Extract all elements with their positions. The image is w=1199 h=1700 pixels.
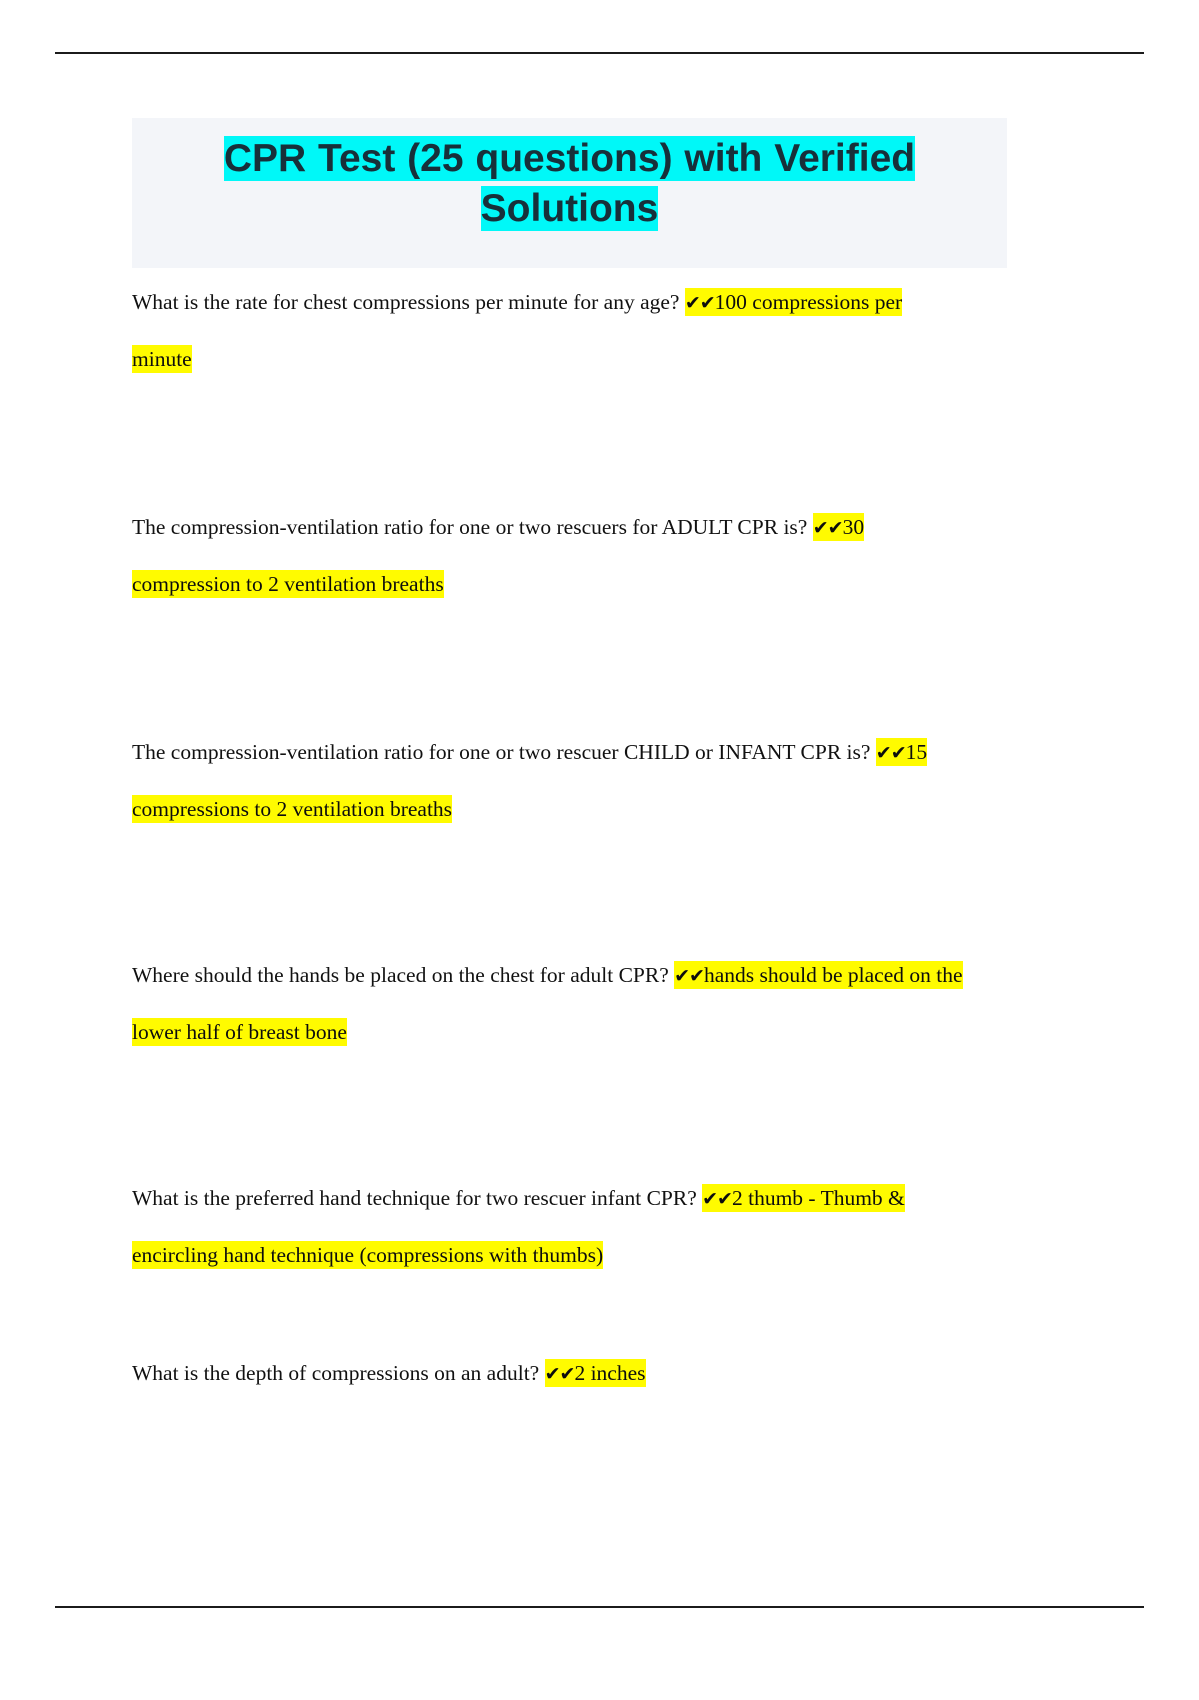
answer-line-2: compression to 2 ventilation breaths — [132, 571, 444, 596]
answer-text: ✔✔2 thumb - Thumb & — [702, 1183, 905, 1212]
question-text: What is the rate for chest compressions … — [132, 289, 680, 314]
answer-line-2-wrap: compression to 2 ventilation breaths — [132, 569, 444, 598]
document-page: CPR Test (25 questions) with Verified Sol… — [0, 0, 1199, 1700]
answer-line-1: 2 inches — [574, 1360, 646, 1385]
answer-line-1: 30 — [842, 514, 865, 539]
answer-line-2: compressions to 2 ventilation breaths — [132, 796, 453, 821]
answer-line-2-wrap: compressions to 2 ventilation breaths — [132, 794, 453, 823]
answer-text: ✔✔2 inches — [544, 1358, 646, 1387]
qa-item: What is the rate for chest compressions … — [132, 274, 1007, 387]
title-line-1: CPR Test (25 questions) with Verified — [223, 136, 916, 181]
answer-line-2: encircling hand technique (compressions … — [132, 1242, 604, 1267]
check-marks-icon: ✔✔ — [812, 516, 844, 539]
page-bottom-rule — [55, 1606, 1144, 1608]
qa-item: The compression-ventilation ratio for on… — [132, 499, 1007, 612]
question-text: What is the depth of compressions on an … — [132, 1360, 540, 1385]
answer-line-1: 15 — [905, 739, 928, 764]
answer-text: ✔✔100 compressions per — [684, 287, 903, 316]
page-top-rule — [55, 52, 1144, 54]
check-marks-icon: ✔✔ — [684, 291, 716, 314]
page-title: CPR Test (25 questions) with Verified Sol… — [142, 134, 997, 234]
check-marks-icon: ✔✔ — [875, 741, 907, 764]
answer-line-1: 100 compressions per — [714, 289, 903, 314]
qa-item: Where should the hands be placed on the … — [132, 947, 1007, 1060]
check-marks-icon: ✔✔ — [674, 964, 705, 987]
answer-line-1: 2 thumb - Thumb & — [731, 1185, 905, 1210]
question-text: Where should the hands be placed on the … — [132, 962, 669, 987]
answer-line-2-wrap: encircling hand technique (compressions … — [132, 1240, 604, 1269]
question-text: What is the preferred hand technique for… — [132, 1185, 697, 1210]
title-block: CPR Test (25 questions) with Verified Sol… — [132, 118, 1007, 268]
answer-line-2: minute — [132, 346, 192, 371]
document-content: CPR Test (25 questions) with Verified Sol… — [132, 118, 1007, 1402]
answer-line-2: lower half of breast bone — [132, 1019, 347, 1044]
check-marks-icon: ✔✔ — [702, 1187, 733, 1210]
qa-item: The compression-ventilation ratio for on… — [132, 724, 1007, 837]
question-text: The compression-ventilation ratio for on… — [132, 514, 808, 539]
check-marks-icon: ✔✔ — [544, 1362, 576, 1385]
qa-item: What is the depth of compressions on an … — [132, 1345, 1007, 1402]
answer-text: ✔✔15 — [875, 737, 928, 766]
answer-line-2-wrap: lower half of breast bone — [132, 1017, 347, 1046]
answer-line-2-wrap: minute — [132, 344, 192, 373]
answer-text: ✔✔30 — [812, 512, 865, 541]
answer-line-1: hands should be placed on the — [703, 962, 963, 987]
answer-text: ✔✔hands should be placed on the — [674, 960, 963, 989]
question-text: The compression-ventilation ratio for on… — [132, 739, 871, 764]
title-line-2: Solutions — [480, 185, 659, 231]
qa-item: What is the preferred hand technique for… — [132, 1170, 1007, 1283]
